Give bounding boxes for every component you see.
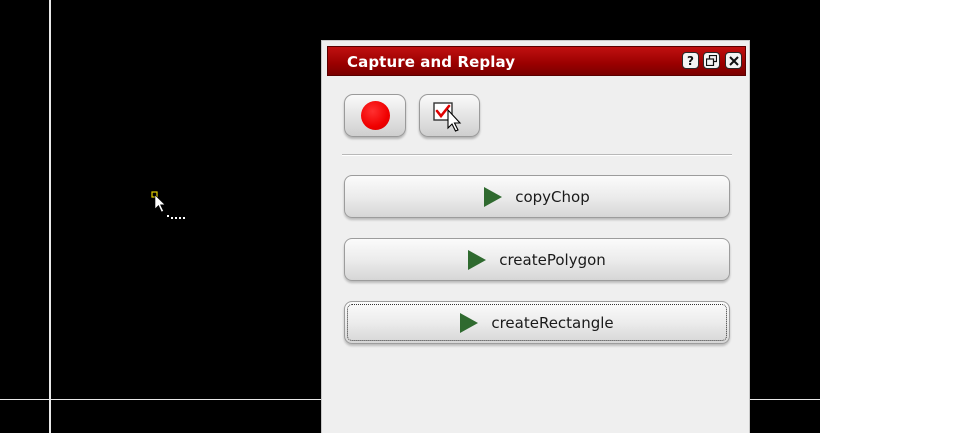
play-icon — [468, 249, 487, 270]
record-button[interactable] — [344, 94, 406, 137]
separator — [342, 154, 732, 156]
blank-area — [820, 0, 963, 433]
macro-button-createpolygon[interactable]: createPolygon — [344, 238, 730, 281]
close-icon — [728, 55, 739, 66]
macro-button-copychop[interactable]: copyChop — [344, 175, 730, 218]
check-button[interactable] — [419, 94, 480, 137]
dialog-title: Capture and Replay — [347, 53, 516, 71]
restore-icon — [706, 55, 717, 66]
macro-label: copyChop — [515, 187, 590, 206]
close-button[interactable] — [725, 52, 742, 69]
vertical-guide-line — [49, 0, 51, 433]
restore-button[interactable] — [703, 52, 720, 69]
help-icon: ? — [687, 53, 694, 68]
checkbox-cursor-icon — [433, 102, 462, 132]
dialog-titlebar[interactable]: Capture and Replay ? — [327, 46, 746, 76]
macro-button-createrectangle[interactable]: createRectangle — [344, 301, 730, 344]
play-icon — [484, 186, 503, 207]
record-icon — [361, 101, 390, 130]
capture-replay-dialog: Capture and Replay ? copyChop createPoly… — [321, 40, 750, 433]
help-button[interactable]: ? — [682, 52, 699, 69]
macro-label: createRectangle — [491, 313, 614, 332]
play-icon — [460, 312, 479, 333]
macro-label: createPolygon — [499, 250, 606, 269]
cursor-icon — [151, 191, 185, 219]
